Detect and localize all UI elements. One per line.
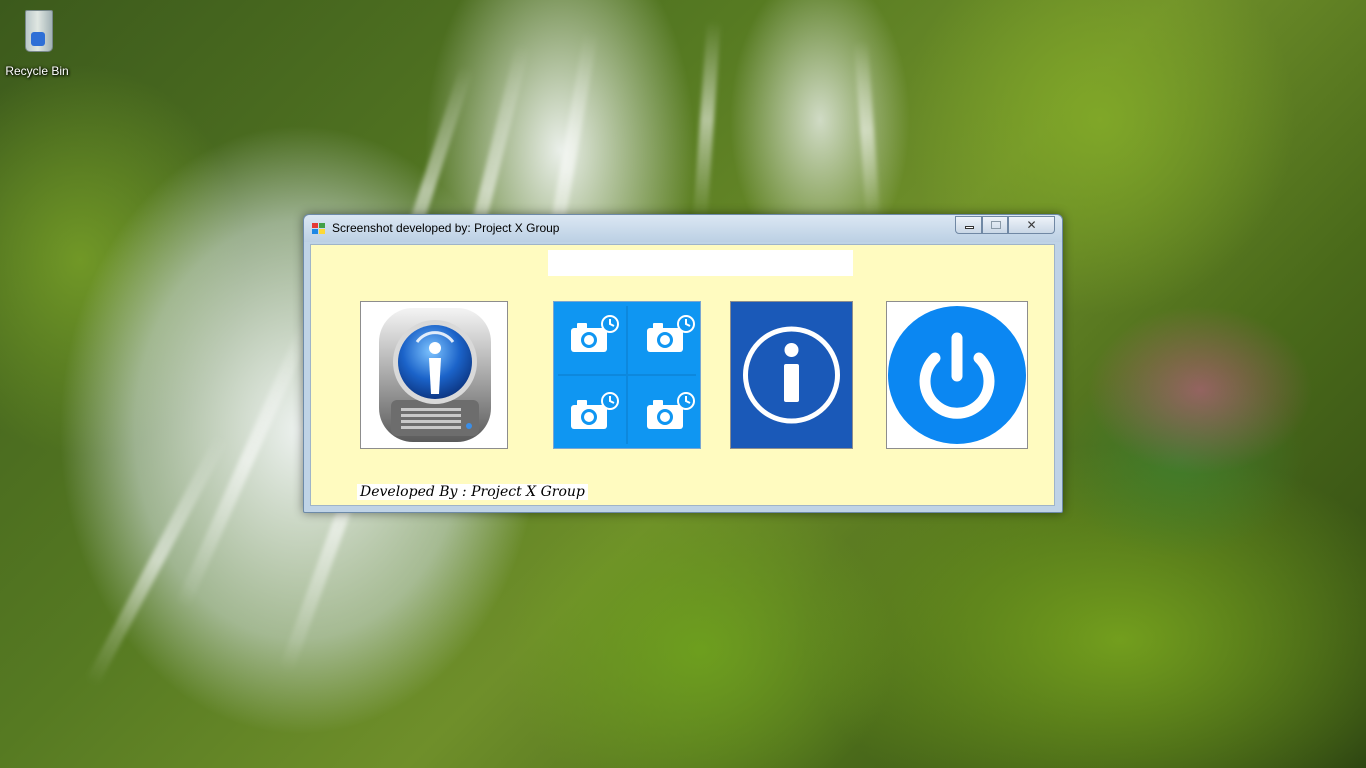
maximize-icon: [991, 221, 1001, 229]
close-button[interactable]: ✕: [1008, 216, 1055, 234]
client-area: Developed By : Project X Group: [310, 244, 1055, 506]
maximize-button: [982, 216, 1008, 234]
recycle-bin-contents: [31, 32, 45, 46]
application-icon[interactable]: [312, 223, 326, 235]
window-title: Screenshot developed by: Project X Group: [332, 221, 560, 235]
camera-timer-icon: [558, 306, 696, 444]
caption-buttons: ✕: [955, 216, 1057, 235]
close-icon: ✕: [1026, 218, 1037, 232]
developer-credit: Developed By : Project X Group: [357, 484, 588, 500]
about-button[interactable]: [730, 301, 853, 449]
exit-button[interactable]: [886, 301, 1028, 449]
desktop-icon-label: Recycle Bin: [5, 64, 69, 78]
minimize-button[interactable]: [955, 216, 982, 234]
info-drive-button[interactable]: [360, 301, 508, 449]
title-bar[interactable]: Screenshot developed by: Project X Group…: [304, 215, 1062, 242]
power-icon: [888, 306, 1026, 444]
screenshot-button[interactable]: [553, 301, 701, 449]
app-window: Screenshot developed by: Project X Group…: [303, 214, 1063, 513]
desktop-icon-recycle-bin[interactable]: Recycle Bin: [4, 6, 70, 78]
minimize-icon: [965, 226, 974, 229]
top-text-field[interactable]: [548, 250, 853, 276]
info-icon: [743, 326, 840, 424]
info-drive-icon: [379, 308, 491, 442]
